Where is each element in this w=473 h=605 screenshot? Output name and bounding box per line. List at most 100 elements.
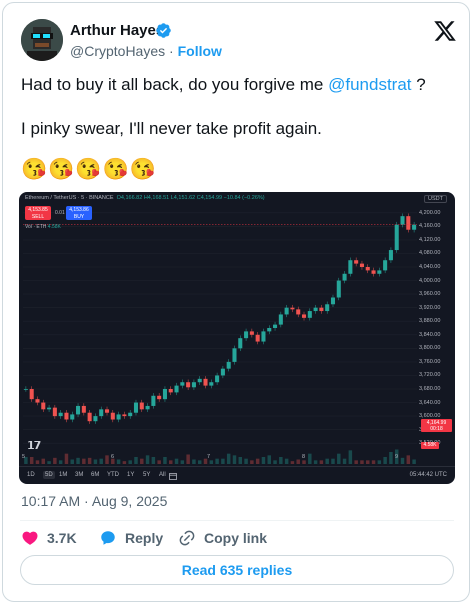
volume-bar — [290, 461, 295, 464]
volume-bar — [47, 461, 51, 464]
price-chart — [23, 212, 417, 464]
utc-clock: 05:44:42 UTC — [409, 472, 447, 478]
candle-body — [388, 250, 393, 261]
candle-body — [400, 216, 405, 225]
volume-bar — [169, 460, 173, 464]
candle-body — [383, 260, 388, 271]
timeframe-5d[interactable]: 5D — [43, 471, 55, 479]
timeframe-ytd[interactable]: YTD — [107, 472, 119, 478]
y-tick-label: 3,800.00 — [419, 345, 441, 352]
volume-bar — [157, 460, 161, 464]
calendar-icon[interactable] — [169, 472, 177, 480]
candle-body — [330, 297, 336, 305]
candle-body — [377, 270, 382, 274]
post-date: Aug 9, 2025 — [91, 493, 168, 509]
volume-bar — [145, 455, 150, 464]
buy-box: 4,153.86 BUY — [66, 206, 92, 220]
candle-body — [226, 361, 231, 369]
volume-bar — [331, 458, 335, 464]
candle-body — [336, 280, 341, 298]
x-logo-icon[interactable] — [433, 19, 457, 43]
volume-bar — [261, 457, 266, 464]
volume-bar — [250, 460, 254, 464]
volume-bar — [226, 453, 231, 464]
mention-link[interactable]: @fundstrat — [328, 75, 411, 94]
candle-body — [70, 414, 75, 420]
candle-body — [267, 328, 272, 332]
chart-symbol: Ethereum / TetherUS · 5 · BINANCE — [25, 195, 114, 201]
volume-bar — [76, 457, 80, 464]
y-tick-label: 3,680.00 — [419, 386, 441, 392]
candle-body — [238, 338, 243, 349]
candle-body — [29, 389, 34, 400]
volume-bar — [41, 458, 46, 464]
volume-bar — [64, 453, 69, 464]
volume-bar — [308, 453, 312, 464]
volume-bar — [128, 460, 132, 464]
candle-body — [104, 409, 110, 413]
y-tick-label: 4,200.00 — [419, 209, 441, 216]
chart-image[interactable]: Ethereum / TetherUS · 5 · BINANCE O4,166… — [19, 192, 455, 484]
volume-bar — [53, 457, 57, 464]
timeframe-1m[interactable]: 1M — [59, 472, 67, 478]
candle-body — [209, 382, 214, 386]
volume-bar — [238, 457, 243, 464]
volume-bar — [255, 458, 260, 464]
read-replies-button[interactable]: Read 635 replies — [20, 555, 454, 585]
y-tick-label: 3,880.00 — [419, 318, 441, 325]
copy-link-label: Copy link — [204, 530, 268, 546]
timeframe-1d[interactable]: 1D — [27, 472, 35, 478]
volume-bar — [284, 458, 289, 464]
post-time: 10:17 AM — [21, 493, 81, 509]
candle-body — [365, 267, 370, 271]
candle-body — [81, 405, 86, 413]
sell-box: 4,153.85 SELL — [25, 206, 51, 220]
candle-body — [174, 385, 179, 393]
handle-row: @CryptoHayes · Follow — [70, 43, 222, 59]
volume-bar — [58, 460, 63, 464]
volume-bar — [313, 460, 318, 464]
timeframe-1y[interactable]: 1Y — [127, 472, 134, 478]
candle-body — [203, 378, 208, 386]
volume-bar — [70, 459, 74, 464]
volume-bar — [383, 457, 387, 464]
candle-body — [145, 405, 150, 410]
timeframe-3m[interactable]: 3M — [75, 472, 83, 478]
volume-bar — [116, 459, 121, 464]
candle-body — [93, 416, 98, 422]
author-name[interactable]: Arthur Hayes — [70, 22, 164, 39]
candle-body — [220, 368, 225, 376]
candle-body — [278, 314, 283, 325]
volume-bar — [371, 460, 376, 464]
verified-badge-icon — [156, 23, 171, 38]
y-tick-label: 4,120.00 — [419, 236, 441, 243]
volume-bar — [319, 460, 324, 464]
timeframe-5y[interactable]: 5Y — [143, 472, 150, 478]
volume-bar — [389, 452, 393, 464]
timeframe-all[interactable]: All — [159, 472, 166, 478]
volume-label: Vol · ETH — [25, 224, 47, 230]
volume-bar — [406, 455, 411, 464]
candle-body — [313, 307, 318, 312]
candle-body — [319, 307, 324, 312]
candle-body — [122, 414, 127, 417]
avatar[interactable] — [21, 19, 63, 61]
candle-body — [307, 311, 312, 318]
timestamp[interactable]: 10:17 AM · Aug 9, 2025 — [21, 493, 167, 509]
spread-value: 0.01 — [55, 210, 65, 216]
separator-dot: · — [169, 43, 174, 59]
y-tick-label: 3,640.00 — [419, 399, 441, 406]
follow-button[interactable]: Follow — [178, 43, 222, 59]
post-text-suffix: ? — [411, 75, 426, 94]
candle-body — [180, 382, 185, 386]
post-text-line2: I pinky swear, I'll never take profit ag… — [21, 119, 322, 138]
tradingview-logo: 𝟭𝟳 — [27, 440, 41, 452]
timeframe-6m[interactable]: 6M — [91, 472, 99, 478]
candle-body — [296, 309, 301, 315]
volume-bar — [244, 458, 248, 464]
buy-price: 4,153.86 — [69, 207, 89, 213]
author-handle[interactable]: @CryptoHayes — [70, 43, 165, 59]
candle-body — [58, 412, 63, 417]
like-count: 3.7K — [47, 530, 77, 546]
volume-tag: 4.58K — [421, 442, 439, 449]
